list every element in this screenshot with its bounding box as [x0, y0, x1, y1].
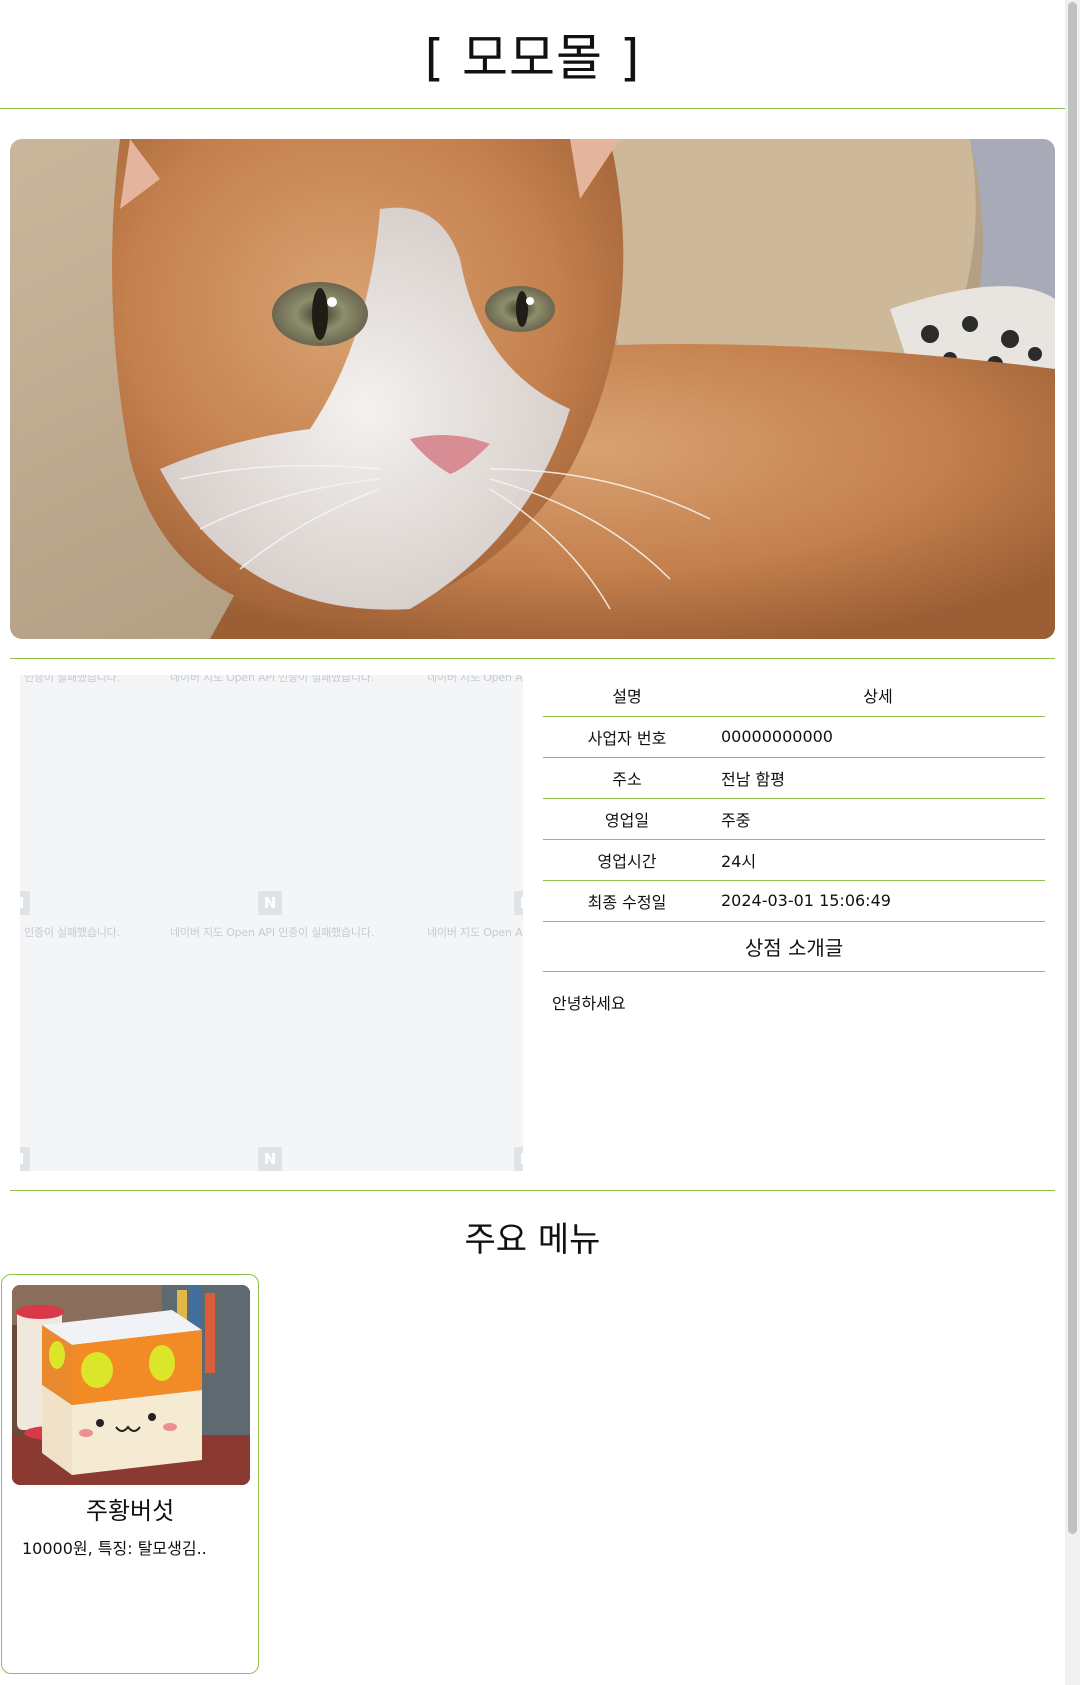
row-label: 영업시간: [543, 839, 711, 881]
table-row: 영업일 주중: [543, 798, 1045, 840]
row-value: 주중: [711, 798, 1045, 840]
divider: [10, 1190, 1055, 1191]
store-intro-text: 안녕하세요: [552, 993, 626, 1013]
row-label: 사업자 번호: [543, 716, 711, 758]
naver-logo-icon: N: [514, 1147, 523, 1171]
row-value: 00000000000: [711, 716, 1045, 758]
table-header-row: 설명 상세: [543, 675, 1045, 717]
naver-logo-icon: N: [20, 1147, 30, 1171]
naver-logo-icon: N: [20, 891, 30, 915]
divider: [10, 658, 1055, 659]
page-header: [ 모모몰 ]: [0, 0, 1065, 109]
cat-photo: [10, 139, 1055, 639]
menu-card[interactable]: 주황버섯 10000원, 특징: 탈모생김..: [1, 1274, 259, 1674]
page: [ 모모몰 ] 인증이 실패했습니다. 네이버 지도 Open API 인증이 …: [0, 0, 1080, 1685]
row-label: 최종 수정일: [543, 880, 711, 922]
table-row: 사업자 번호 00000000000: [543, 716, 1045, 758]
row-value: 전남 함평: [711, 757, 1045, 799]
map-watermark: 네이버 지도 Open API 인증이 실패했습니다.: [170, 926, 375, 939]
row-label: 주소: [543, 757, 711, 799]
menu-section-title: 주요 메뉴: [464, 1220, 601, 1260]
map-watermark: 네이버 지도 Open API 인증이 실패했습니다.: [170, 675, 375, 684]
menu-item-image: [12, 1285, 250, 1485]
map-view[interactable]: 인증이 실패했습니다. 네이버 지도 Open API 인증이 실패했습니다. …: [20, 675, 523, 1171]
map-watermark: 네이버 지도 Open A: [427, 675, 523, 684]
hero-image: [10, 139, 1055, 639]
table-row: 최종 수정일 2024-03-01 15:06:49: [543, 880, 1045, 922]
store-info: 설명 상세 사업자 번호 00000000000 주소 전남 함평 영업일 주중…: [543, 675, 1045, 1032]
row-value: 2024-03-01 15:06:49: [711, 880, 1045, 922]
store-intro-title: 상점 소개글: [543, 922, 1045, 972]
menu-item-name: 주황버섯: [85, 1497, 175, 1525]
row-label: 영업일: [543, 798, 711, 840]
store-info-table: 설명 상세 사업자 번호 00000000000 주소 전남 함평 영업일 주중…: [543, 675, 1045, 922]
table-header-description: 설명: [543, 675, 711, 717]
vertical-scrollbar[interactable]: [1065, 0, 1080, 1685]
map-watermark: 네이버 지도 Open A: [427, 926, 523, 939]
table-header-detail: 상세: [711, 675, 1045, 717]
naver-logo-icon: N: [258, 891, 282, 915]
menu-item-description: 10000원, 특징: 탈모생김..: [22, 1539, 207, 1558]
map-watermark: 인증이 실패했습니다.: [24, 675, 120, 684]
map-watermark: 인증이 실패했습니다.: [24, 926, 120, 939]
page-title: [ 모모몰 ]: [424, 29, 641, 87]
naver-logo-icon: N: [258, 1147, 282, 1171]
table-row: 영업시간 24시: [543, 839, 1045, 881]
mushroom-box-photo: [12, 1285, 250, 1485]
table-row: 주소 전남 함평: [543, 757, 1045, 799]
naver-logo-icon: N: [514, 891, 523, 915]
row-value: 24시: [711, 839, 1045, 881]
scrollbar-thumb[interactable]: [1068, 2, 1077, 1534]
